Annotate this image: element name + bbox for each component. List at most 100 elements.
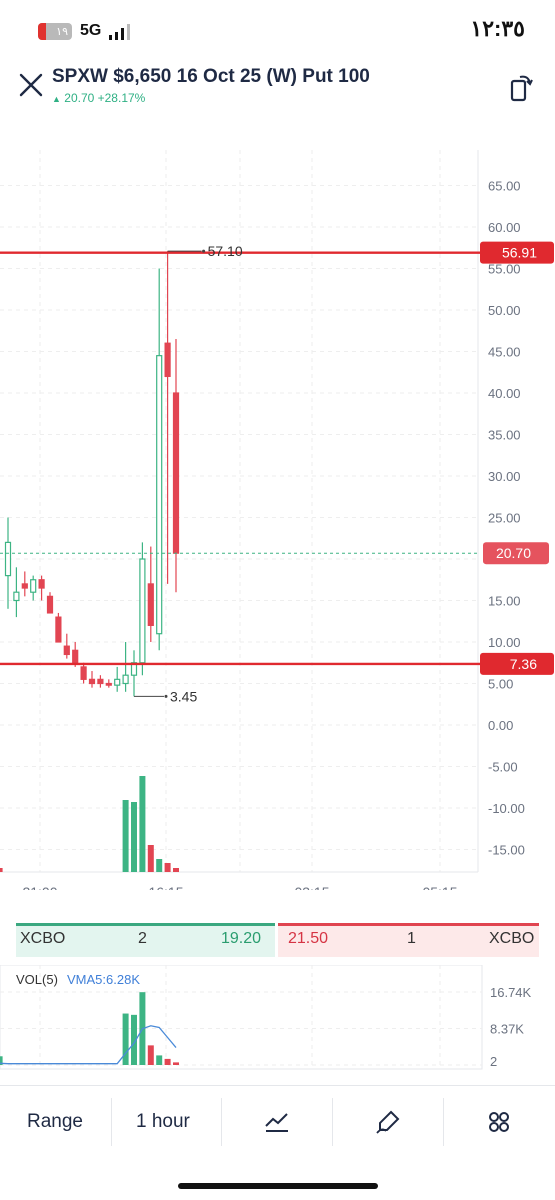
high-marker-label: 57.10 (208, 243, 243, 259)
candle-body (38, 579, 45, 589)
grid-icon[interactable] (488, 1111, 510, 1133)
rotate-screen-icon[interactable] (508, 72, 534, 102)
x-tick-label: 21:00 (22, 884, 57, 890)
price-change: ▲ 20.70 +28.17% (52, 91, 145, 105)
volume-bar (122, 1013, 129, 1065)
y-tick-label: 55.00 (488, 262, 521, 277)
ask-size: 1 (407, 930, 416, 947)
y-tick-label: 60.00 (488, 220, 521, 235)
volume-bar (139, 776, 146, 872)
battery-level: ١٩ (56, 26, 68, 38)
volume-bar (0, 868, 3, 872)
y-tick-label: 30.00 (488, 469, 521, 484)
y-tick-label: -15.00 (488, 843, 525, 858)
y-axis: 65.00 60.00 55.00 50.00 45.00 40.00 35.00 30.00… (488, 179, 525, 858)
up-arrow-icon: ▲ (52, 94, 61, 104)
candle-body (88, 678, 96, 685)
volume-bar (131, 802, 137, 872)
chart-volume-bars (0, 776, 179, 872)
toolbar-divider (0, 1085, 555, 1086)
price-change-value: 20.70 +28.17% (64, 91, 146, 105)
network-type: 5G (80, 22, 102, 39)
y-tick-label: 15.00 (488, 594, 521, 609)
candle-body (4, 541, 12, 577)
y-tick-label: -10.00 (488, 801, 525, 816)
range-button[interactable]: Range (27, 1111, 83, 1133)
volume-bar (147, 1045, 154, 1065)
price-line-label: 56.91 (502, 245, 537, 261)
price-lines[interactable]: 56.91 20.70 7.36 (0, 241, 554, 675)
x-tick-label: 03:15 (294, 884, 329, 890)
volume-bar (156, 859, 163, 872)
y-tick-label: 5.00 (488, 677, 513, 692)
toolbar-separator (221, 1098, 222, 1146)
bid-size: 2 (138, 930, 147, 947)
vma-label: VMA5:6.28K (67, 972, 140, 987)
volume-bar (173, 1062, 179, 1065)
toolbar-separator (443, 1098, 444, 1146)
volume-y-axis: 16.74K 8.37K 2 (490, 985, 532, 1069)
candle-body (105, 682, 112, 686)
volume-bar (173, 868, 179, 872)
candle-body (97, 678, 104, 685)
battery-level-fill (38, 23, 46, 40)
pen-icon[interactable] (374, 1108, 402, 1136)
candle-body (114, 678, 121, 686)
clock: ١٢:٣٥ (470, 16, 525, 41)
candle-body (164, 342, 171, 377)
signal-icon (109, 24, 130, 40)
y-tick-label: 0.00 (488, 718, 513, 733)
last-price-label: 20.70 (496, 545, 531, 561)
y-tick-label: 45.00 (488, 345, 521, 360)
chart-line-icon[interactable] (264, 1110, 290, 1134)
y-tick-label: 65.00 (488, 179, 521, 194)
battery-indicator: ١٩ (38, 23, 72, 40)
x-axis: 21:00 16:15 03:15 05:15 (22, 884, 457, 890)
low-marker-label: 3.45 (170, 688, 197, 704)
volume-bar (156, 1055, 163, 1065)
ask-price: 21.50 (288, 930, 329, 947)
volume-tick-label: 8.37K (490, 1022, 524, 1037)
bid-exchange: XCBO (20, 930, 66, 947)
candle-body (63, 645, 70, 656)
candle-body (122, 674, 129, 685)
volume-tick-label: 16.74K (490, 985, 532, 1000)
price-line-label: 7.36 (510, 656, 537, 672)
high-marker-dot (202, 249, 206, 253)
y-tick-label: 25.00 (488, 511, 521, 526)
candle-body (21, 583, 28, 589)
y-tick-label: 50.00 (488, 303, 521, 318)
y-tick-label: 10.00 (488, 635, 521, 650)
volume-label: VOL(5) (16, 972, 58, 987)
x-tick-label: 16:15 (148, 884, 183, 890)
candle-body (147, 583, 154, 626)
y-tick-label: 40.00 (488, 386, 521, 401)
page-title: SPXW $6,650 16 Oct 25 (W) Put 100 (52, 66, 370, 87)
y-tick-label: 35.00 (488, 428, 521, 443)
volume-tick-label: 2 (490, 1054, 497, 1069)
ask-exchange: XCBO (489, 930, 535, 947)
candle-body (72, 649, 79, 664)
candle-body (139, 558, 146, 664)
candlesticks (4, 251, 180, 697)
home-indicator (178, 1183, 378, 1189)
bid-price: 19.20 (221, 930, 262, 947)
candle-body (30, 579, 37, 593)
y-tick-label: -5.00 (488, 760, 518, 775)
volume-bar (164, 863, 171, 872)
candle-body (46, 595, 54, 614)
interval-button[interactable]: 1 hour (136, 1111, 190, 1133)
close-icon[interactable] (18, 72, 44, 98)
candle-body (156, 355, 163, 635)
status-bar: ١٩ 5G ١٢:٣٥ (0, 0, 555, 58)
candle-body (80, 666, 87, 680)
toolbar-separator (332, 1098, 333, 1146)
x-tick-label: 05:15 (422, 884, 457, 890)
low-marker-dot (164, 694, 168, 698)
candle-body (13, 591, 20, 602)
price-chart[interactable]: 65.00 60.00 55.00 50.00 45.00 40.00 35.00 30.00… (0, 150, 555, 890)
candle-body (172, 392, 180, 554)
volume-bar (122, 800, 129, 872)
toolbar-separator (111, 1098, 112, 1146)
candle-body (55, 616, 62, 643)
